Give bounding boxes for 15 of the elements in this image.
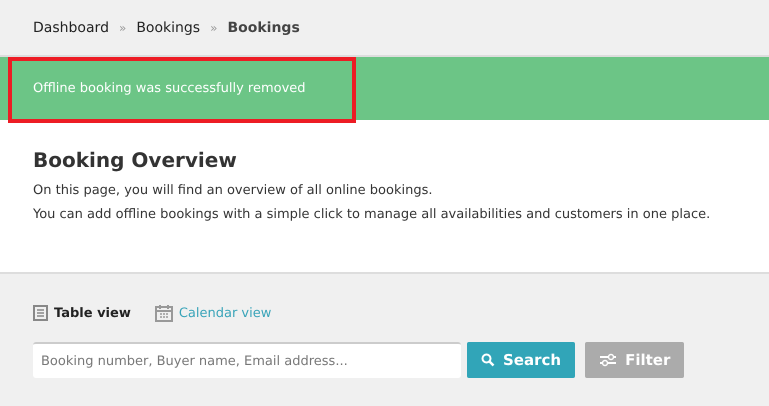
alert-message: Offline booking was successfully removed (32, 81, 306, 96)
breadcrumb-separator: » (118, 20, 126, 34)
description-text: On this page, you will find an overview of all online bookings. (33, 182, 434, 200)
description-text: You can add offline bookings with a simple click to manage all availabilities and customers in one place. (33, 206, 712, 224)
calendar-icon (154, 304, 173, 322)
breadcrumb-separator: » (210, 20, 218, 34)
breadcrumb-link[interactable]: Bookings (227, 20, 300, 36)
page-title: Booking Overview (33, 148, 238, 172)
breadcrumb-link[interactable]: Dashboard (33, 20, 109, 36)
view-tab[interactable]: Table view (33, 305, 131, 321)
list-icon (33, 305, 48, 321)
search-field[interactable]: Booking number, Buyer name, Email address... (33, 342, 461, 378)
sliders-icon (599, 353, 618, 367)
breadcrumb-link[interactable]: Bookings (136, 20, 200, 36)
search-icon (481, 353, 495, 367)
